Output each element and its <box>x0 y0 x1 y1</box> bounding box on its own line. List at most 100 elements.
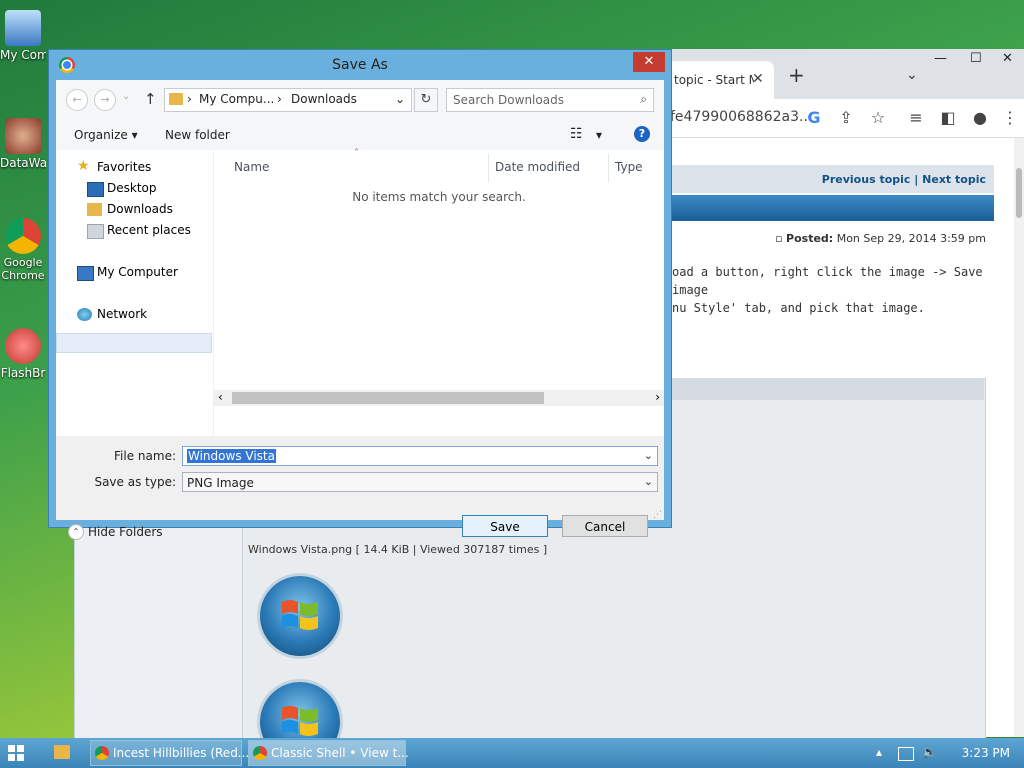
tab-close-icon[interactable]: ✕ <box>752 71 764 87</box>
view-options-icon[interactable]: ☷ <box>570 126 583 142</box>
sort-indicator-icon: ˄ <box>354 148 359 159</box>
save-type-select[interactable]: PNG Image ⌄ <box>182 472 658 492</box>
start-button[interactable] <box>8 745 24 761</box>
desktop-icon-my-computer[interactable]: My Computer <box>0 10 46 62</box>
nav-item-downloads[interactable]: Downloads <box>87 202 173 216</box>
tab-search-icon[interactable]: ⌄ <box>906 67 918 83</box>
breadcrumb-my-computer[interactable]: My Compu... <box>199 92 274 106</box>
url-text[interactable]: fe47990068862a3... <box>670 109 812 125</box>
nav-item-desktop[interactable]: Desktop <box>87 181 157 197</box>
dialog-close-button[interactable]: ✕ <box>633 52 665 72</box>
view-chevron-icon[interactable]: ▾ <box>596 128 602 142</box>
topic-navigation: Previous topic | Next topic <box>662 165 994 193</box>
dialog-body: ← → ⌄ ↑ › My Compu... › Downloads ⌄ ↻ Se… <box>56 80 664 540</box>
column-divider[interactable] <box>488 154 489 182</box>
media-controls-icon[interactable]: ≡ <box>906 108 926 128</box>
chrome-icon <box>253 746 267 760</box>
file-explorer-icon[interactable] <box>54 745 70 759</box>
new-folder-button[interactable]: New folder <box>165 128 230 142</box>
nav-item-favorites[interactable]: ★ Favorites <box>77 158 151 174</box>
nav-item-my-computer[interactable]: My Computer <box>77 265 178 281</box>
column-header-name[interactable]: Name <box>234 160 269 174</box>
network-tray-icon[interactable] <box>898 747 914 761</box>
browser-tab[interactable]: topic - Start M ✕ <box>662 61 774 99</box>
desktop-icon-datawa[interactable]: DataWa <box>0 118 46 170</box>
breadcrumb-downloads[interactable]: Downloads <box>291 92 357 106</box>
file-name-field[interactable]: Windows Vista ⌄ <box>182 446 658 466</box>
taskbar-task-active[interactable]: Classic Shell • View t... <box>248 740 409 766</box>
app-icon <box>5 118 41 154</box>
nav-item-network[interactable]: Network <box>77 307 148 321</box>
back-button[interactable]: ← <box>66 89 88 111</box>
column-header-type[interactable]: Type <box>615 160 643 174</box>
close-window-button[interactable]: ✕ <box>1002 51 1013 66</box>
desktop-icon-label: FlashBr <box>0 366 46 380</box>
task-title: Classic Shell • View t... <box>271 746 409 760</box>
empty-results-message: No items match your search. <box>352 190 526 204</box>
chevron-down-icon[interactable]: ⌄ <box>644 449 653 462</box>
save-as-dialog: Save As ✕ ← → ⌄ ↑ › My Compu... › Downlo… <box>48 49 672 540</box>
taskbar-task[interactable]: Incest Hillbillies (Red... <box>90 740 249 766</box>
show-hidden-icons-icon[interactable]: ▴ <box>876 745 882 759</box>
nav-label: Network <box>97 307 148 321</box>
forward-button[interactable]: → <box>94 89 116 111</box>
help-icon[interactable]: ? <box>634 126 650 142</box>
save-button[interactable]: Save <box>462 515 548 537</box>
nav-selection-highlight <box>56 333 212 353</box>
google-icon[interactable]: G <box>804 108 824 128</box>
minimize-button[interactable]: — <box>934 51 947 66</box>
breadcrumb-separator[interactable]: › <box>277 92 282 106</box>
speaker-icon[interactable]: 🔈 <box>922 745 937 759</box>
file-name-value: Windows Vista <box>187 449 276 463</box>
computer-icon <box>5 10 41 46</box>
scroll-thumb[interactable] <box>232 392 544 404</box>
page-scrollbar[interactable] <box>1014 138 1024 737</box>
resize-grip-icon[interactable]: ⋰ <box>653 510 662 520</box>
refresh-button[interactable]: ↻ <box>414 88 438 112</box>
scroll-right-icon[interactable]: › <box>655 390 660 404</box>
tab-title: topic - Start M <box>674 73 754 87</box>
address-breadcrumb[interactable]: › My Compu... › Downloads ⌄ <box>164 88 412 112</box>
previous-topic-link[interactable]: Previous topic <box>822 173 911 186</box>
up-button[interactable]: ↑ <box>144 90 157 108</box>
desktop-icon-flashbr[interactable]: FlashBr <box>0 328 46 380</box>
desktop-icon-chrome[interactable]: Google Chrome <box>0 218 46 282</box>
posted-label: Posted: <box>786 232 834 245</box>
nav-label: Downloads <box>107 202 173 216</box>
save-type-label: Save as type: <box>94 475 176 489</box>
save-form: File name: Windows Vista ⌄ Save as type:… <box>56 436 664 540</box>
maximize-button[interactable]: ☐ <box>970 51 982 66</box>
command-bar: Organize ▾ New folder ☷ ▾ ? <box>56 120 664 151</box>
column-header-date-modified[interactable]: Date modified <box>495 160 580 174</box>
column-divider[interactable] <box>608 154 609 182</box>
new-tab-button[interactable]: + <box>788 63 805 87</box>
scroll-left-icon[interactable]: ‹ <box>218 390 223 404</box>
clock[interactable]: 3:23 PM <box>962 746 1010 760</box>
post-line: nu Style' tab, and pick that image. <box>672 301 925 315</box>
recent-locations-chevron-icon[interactable]: ⌄ <box>122 91 130 102</box>
breadcrumb-separator[interactable]: › <box>187 92 192 106</box>
address-dropdown-icon[interactable]: ⌄ <box>395 92 405 106</box>
share-icon[interactable]: ⇪ <box>836 108 856 128</box>
dialog-title-bar[interactable]: Save As ✕ <box>49 50 671 80</box>
bookmark-star-icon[interactable]: ☆ <box>868 108 888 128</box>
next-topic-link[interactable]: Next topic <box>922 173 986 186</box>
dialog-title: Save As <box>332 57 388 73</box>
profile-avatar-icon[interactable]: ● <box>970 108 990 128</box>
organize-menu[interactable]: Organize ▾ <box>74 128 138 142</box>
post-date: ▫ Posted: Mon Sep 29, 2014 3:59 pm <box>775 232 986 245</box>
nav-item-recent-places[interactable]: Recent places <box>87 223 191 239</box>
post-line: oad a button, right click the image -> S… <box>672 265 983 297</box>
menu-kebab-icon[interactable]: ⋮ <box>1000 108 1020 128</box>
desktop-icon <box>87 182 104 197</box>
cancel-button[interactable]: Cancel <box>562 515 648 537</box>
search-input[interactable]: Search Downloads ⌕ <box>446 88 654 112</box>
search-icon[interactable]: ⌕ <box>640 92 647 107</box>
horizontal-scrollbar[interactable]: ‹ › <box>214 390 664 406</box>
desktop-icon-label: DataWa <box>0 156 46 170</box>
nav-label: My Computer <box>97 265 178 279</box>
recent-places-icon <box>87 224 104 239</box>
side-panel-icon[interactable]: ◧ <box>938 108 958 128</box>
scroll-thumb[interactable] <box>1016 168 1022 218</box>
windows-orb-image[interactable] <box>260 576 340 656</box>
